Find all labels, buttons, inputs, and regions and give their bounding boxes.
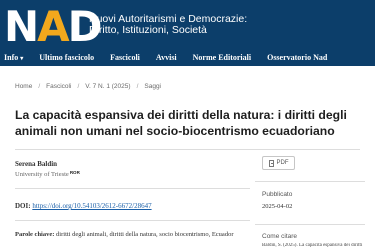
breadcrumb-fascicoli[interactable]: Fascicoli (46, 83, 71, 90)
author-affiliation: University of Trieste ROR (15, 170, 80, 178)
breadcrumb-separator: / (77, 83, 80, 90)
nav-item-avvisi[interactable]: Avvisi (156, 53, 177, 62)
author-divider (15, 188, 250, 189)
keywords-label: Parole chiave: (15, 231, 55, 238)
published-label: Pubblicato (262, 191, 293, 198)
cite-label: Come citare (262, 233, 298, 240)
breadcrumb-home[interactable]: Home (15, 83, 32, 90)
nav-item-osservatorio[interactable]: Osservatorio Nad (267, 53, 327, 62)
nav-item-fascicoli[interactable]: Fascicoli (110, 53, 140, 62)
keywords-value: diritti degli animali, diritti della nat… (56, 231, 234, 238)
breadcrumb-current: Saggi (144, 83, 161, 90)
doi-link[interactable]: https://doi.org/10.54103/2612-6672/28647 (32, 202, 151, 210)
main-divider (15, 149, 360, 150)
logo-letter-a: A (37, 2, 69, 51)
site-title-line2: Diritto, Istituzioni, Società (89, 24, 207, 36)
cite-text: Baldin, S. (2025). La capacità espansiva… (262, 243, 363, 248)
article-title: La capacità espansiva dei diritti della … (15, 108, 347, 138)
breadcrumb-separator: / (136, 83, 139, 90)
file-icon (268, 159, 274, 167)
published-date: 2025-04-02 (262, 203, 293, 210)
pdf-button-label: PDF (276, 160, 289, 166)
doi: DOI: https://doi.org/10.54103/2612-6672/… (15, 202, 152, 210)
author-affiliation-text: University of Trieste (15, 171, 69, 178)
breadcrumb: Home / Fascicoli / V. 7 N. 1 (2025) / Sa… (15, 83, 161, 90)
breadcrumb-separator: / (38, 83, 41, 90)
nav-item-norme-editoriali[interactable]: Norme Editoriali (193, 53, 251, 62)
doi-divider (15, 220, 250, 221)
main-nav: Info ▾ Ultimo fascicolo Fascicoli Avvisi … (0, 48, 375, 66)
nav-item-ultimo-fascicolo[interactable]: Ultimo fascicolo (39, 53, 94, 62)
sidebar-divider (255, 224, 365, 225)
pdf-button[interactable]: PDF (262, 156, 295, 170)
ror-icon[interactable]: ROR (70, 170, 80, 175)
sidebar-divider (255, 181, 365, 182)
site-title: Nuovi Autoritarismi e Democrazie: Diritt… (89, 14, 247, 36)
author-name: Serena Baldin (15, 160, 58, 168)
site-logo[interactable]: N A D (4, 2, 103, 51)
site-header: N A D Nuovi Autoritarismi e Democrazie: … (0, 0, 375, 66)
logo-letter-n: N (4, 2, 39, 51)
keywords: Parole chiave: diritti degli animali, di… (15, 230, 250, 240)
chevron-down-icon: ▾ (20, 55, 24, 62)
doi-label: DOI: (15, 202, 31, 210)
nav-item-info-label: Info (4, 52, 19, 62)
nav-item-info[interactable]: Info ▾ (4, 53, 23, 62)
breadcrumb-issue[interactable]: V. 7 N. 1 (2025) (85, 83, 130, 90)
